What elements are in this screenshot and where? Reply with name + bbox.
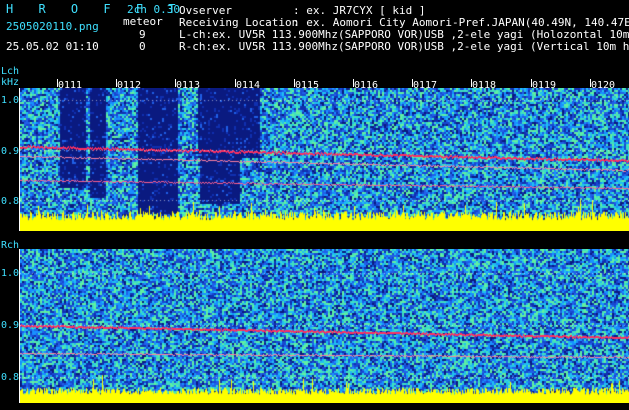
time-label-0119: 0119 [532, 80, 557, 91]
location-value: : ex. Aomori City Aomori-Pref.JAPAN(40.4… [293, 16, 629, 29]
time-tick-0114 [235, 79, 236, 87]
lch-spectrogram [20, 88, 629, 231]
rch-spectrogram [20, 249, 629, 403]
datetime: 25.05.02 01:10 [6, 40, 99, 53]
time-tick-0120 [590, 79, 591, 87]
lch-spectrogram-canvas [20, 88, 629, 231]
time-label-0118: 0118 [472, 80, 497, 91]
lch-channel-label: Lch [1, 66, 20, 77]
lch-tick-label-0.9: 0.9 [1, 146, 20, 157]
time-label-0112: 0112 [117, 80, 142, 91]
lch-tick-label-1.0: 1.0 [1, 95, 20, 106]
rch-spectrogram-canvas [20, 249, 629, 403]
time-tick-0119 [531, 79, 532, 87]
time-label-0116: 0116 [354, 80, 379, 91]
time-tick-0113 [175, 79, 176, 87]
time-label-0120: 0120 [591, 80, 616, 91]
rch-tick-label-0.9: 0.9 [1, 320, 20, 331]
location-label: Receiving Location [179, 16, 299, 29]
lch-description: L-ch:ex. UV5R 113.900Mhz(SAPPORO VOR)USB… [179, 29, 629, 41]
rch-count: 0 [139, 40, 146, 53]
lch-tick-label-0.8: 0.8 [1, 196, 20, 207]
time-tick-0112 [116, 79, 117, 87]
time-label-0113: 0113 [176, 80, 201, 91]
filename: 2505020110.png [6, 20, 99, 33]
time-label-0117: 0117 [413, 80, 438, 91]
time-tick-0118 [471, 79, 472, 87]
rch-channel-label: Rch [1, 240, 20, 251]
rch-description: R-ch:ex. UV5R 113.900Mhz(SAPPORO VOR)USB… [179, 41, 629, 53]
time-tick-0115 [294, 79, 295, 87]
time-label-0114: 0114 [236, 80, 261, 91]
time-label-0111: 0111 [58, 80, 83, 91]
lch-unit-label: kHz [1, 77, 20, 88]
time-label-0115: 0115 [295, 80, 320, 91]
time-tick-0116 [353, 79, 354, 87]
rch-tick-label-1.0: 1.0 [1, 268, 20, 279]
rch-tick-label-0.8: 0.8 [1, 372, 20, 383]
time-tick-0117 [412, 79, 413, 87]
time-tick-0111 [57, 79, 58, 87]
mode-label: meteor [123, 15, 163, 28]
